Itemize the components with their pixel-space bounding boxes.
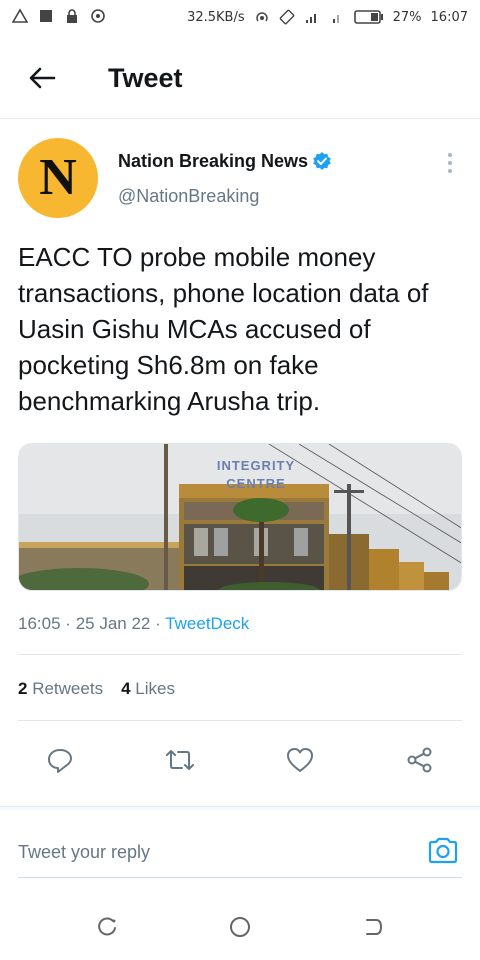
home-icon xyxy=(230,917,250,937)
status-bar: 32.5KB/s 27% 16:07 xyxy=(0,0,480,36)
share-button[interactable] xyxy=(400,740,440,780)
arrow-left-icon xyxy=(29,67,56,89)
likes-stat[interactable]: 4 Likes xyxy=(121,679,175,699)
sign-line-1: INTEGRITY xyxy=(217,458,295,473)
rotate-icon xyxy=(279,9,294,25)
page-title: Tweet xyxy=(108,63,183,93)
verified-badge-icon xyxy=(313,152,331,170)
signal-icon xyxy=(305,14,316,23)
integrity-centre-photo: INTEGRITY CENTRE xyxy=(19,444,461,590)
sign-line-2: CENTRE xyxy=(226,476,285,491)
warning-icon xyxy=(12,8,28,23)
retweet-count: 2 xyxy=(18,679,28,698)
status-left-icons xyxy=(12,8,106,24)
retweet-icon xyxy=(166,750,194,770)
app-bar: Tweet xyxy=(0,48,480,110)
heart-icon xyxy=(287,748,313,772)
tweet-meta: 16:05 · 25 Jan 22 · TweetDeck xyxy=(18,614,249,634)
sync-icon xyxy=(91,9,105,23)
tweet-image[interactable]: INTEGRITY CENTRE xyxy=(18,443,462,591)
like-count: 4 xyxy=(121,679,131,698)
tweet-stats: 2 Retweets 4 Likes xyxy=(18,679,175,699)
more-vertical-icon xyxy=(448,169,452,173)
more-vertical-icon xyxy=(448,153,452,157)
tweet-text: EACC TO probe mobile money transactions,… xyxy=(18,242,429,416)
tweet-date: 25 Jan 22 xyxy=(75,614,151,633)
back-button[interactable] xyxy=(26,62,58,94)
battery-percent: 27% xyxy=(392,9,422,25)
camera-icon xyxy=(428,837,458,864)
reply-button[interactable] xyxy=(40,740,80,780)
battery-icon xyxy=(353,10,383,24)
tweet-time: 16:05 xyxy=(18,614,61,633)
author-name[interactable]: Nation Breaking News xyxy=(118,151,308,172)
status-right: 32.5KB/s 27% 16:07 xyxy=(187,9,468,25)
network-speed: 32.5KB/s xyxy=(187,9,245,25)
meta-separator: · xyxy=(65,614,71,633)
action-bar xyxy=(0,740,480,780)
back-nav-button[interactable] xyxy=(358,912,388,942)
like-label: Likes xyxy=(135,679,175,698)
home-button[interactable] xyxy=(225,912,255,942)
clock: 16:07 xyxy=(430,9,468,25)
hotspot-icon xyxy=(255,12,268,22)
retweet-button[interactable] xyxy=(160,740,200,780)
signal-2-icon xyxy=(332,15,339,23)
recents-button[interactable] xyxy=(92,912,122,942)
lock-icon xyxy=(67,9,77,23)
back-nav-icon xyxy=(366,919,383,935)
tweet-source-link[interactable]: TweetDeck xyxy=(165,614,249,633)
more-vertical-icon xyxy=(448,161,452,165)
share-icon xyxy=(407,747,432,773)
retweet-label: Retweets xyxy=(32,679,104,698)
meta-separator: · xyxy=(155,614,161,633)
reply-input[interactable] xyxy=(18,838,398,866)
section-separator xyxy=(0,806,480,810)
camera-button[interactable] xyxy=(426,834,460,868)
retweets-stat[interactable]: 2 Retweets xyxy=(18,679,103,699)
author-handle[interactable]: @NationBreaking xyxy=(118,186,259,207)
like-button[interactable] xyxy=(280,740,320,780)
more-options-button[interactable] xyxy=(440,150,460,176)
system-nav-bar xyxy=(0,900,480,960)
stats-divider xyxy=(18,720,462,721)
avatar[interactable]: N xyxy=(18,138,98,218)
meta-divider xyxy=(18,654,462,655)
reply-underline xyxy=(18,877,462,878)
reply-icon xyxy=(48,749,72,773)
square-icon xyxy=(40,10,52,22)
recents-icon xyxy=(98,917,116,936)
avatar-letter: N xyxy=(39,149,77,206)
header-divider xyxy=(0,118,480,119)
